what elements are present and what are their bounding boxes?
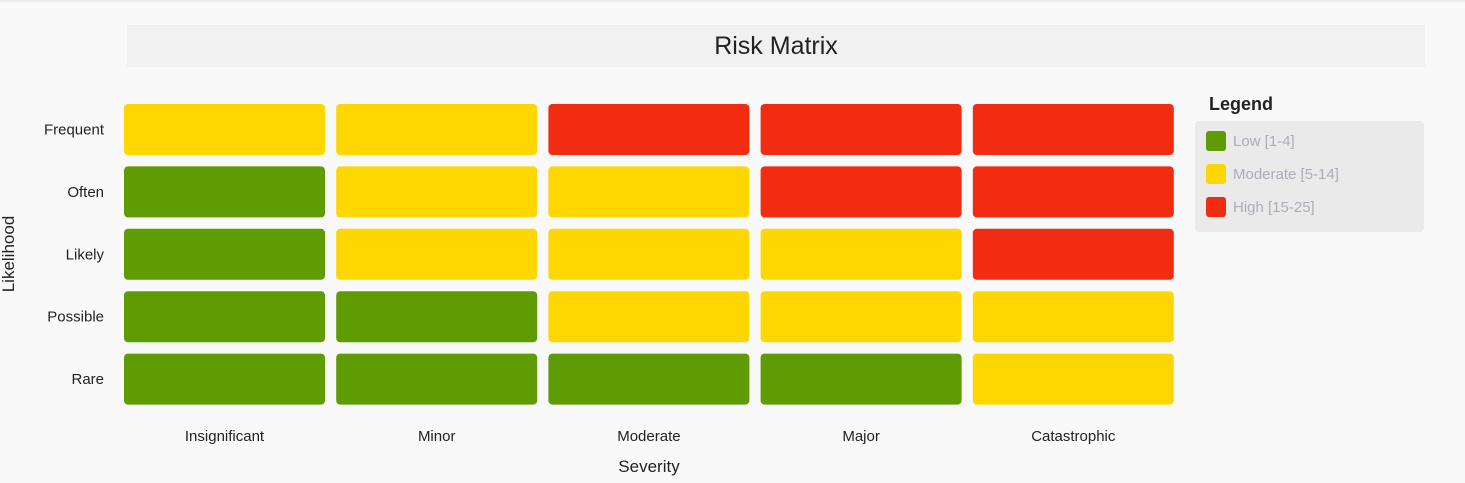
risk-cell-rare-minor[interactable] — [336, 353, 538, 405]
legend-item-high[interactable]: High [15-25] — [1206, 196, 1315, 218]
y-tick-label: Frequent — [44, 122, 105, 139]
legend-item-low[interactable]: Low [1-4] — [1206, 130, 1295, 152]
x-tick-label: Catastrophic — [1031, 428, 1116, 445]
risk-cell-rare-insignificant[interactable] — [124, 353, 325, 405]
x-tick-label: Minor — [418, 428, 456, 445]
risk-cell-rare-catastrophic[interactable] — [972, 353, 1174, 405]
risk-cell-likely-catastrophic[interactable] — [972, 228, 1174, 280]
risk-cell-rare-moderate[interactable] — [548, 353, 750, 405]
y-tick-label: Likely — [66, 246, 105, 263]
risk-cell-frequent-insignificant[interactable] — [124, 104, 325, 155]
x-tick-label: Insignificant — [185, 428, 265, 445]
risk-cell-often-catastrophic[interactable] — [972, 166, 1174, 218]
risk-cell-likely-moderate[interactable] — [548, 228, 750, 280]
legend-swatch-moderate — [1206, 164, 1226, 184]
risk-cell-rare-major[interactable] — [760, 353, 962, 405]
x-tick-label: Major — [842, 428, 880, 445]
y-tick-label: Rare — [71, 371, 104, 388]
risk-cell-likely-major[interactable] — [760, 228, 962, 280]
risk-cell-often-minor[interactable] — [336, 166, 538, 218]
risk-cell-possible-insignificant[interactable] — [124, 291, 325, 343]
legend-item-moderate[interactable]: Moderate [5-14] — [1206, 163, 1339, 185]
risk-matrix-chart: Frequent Often Likely Possible Rare Insignifi… — [0, 104, 1174, 476]
risk-cell-likely-minor[interactable] — [336, 228, 538, 280]
risk-cell-possible-minor[interactable] — [336, 291, 538, 343]
x-tick-label: Moderate — [617, 428, 680, 445]
risk-cell-frequent-minor[interactable] — [336, 104, 538, 155]
legend: Low [1-4] Moderate [5-14] High [15-25] — [1195, 121, 1424, 232]
risk-cell-possible-major[interactable] — [760, 291, 962, 343]
legend-title: Legend — [1209, 94, 1274, 114]
legend-swatch-low — [1206, 131, 1226, 151]
y-tick-label: Often — [67, 184, 104, 201]
x-axis-label: Severity — [618, 457, 680, 476]
legend-label-moderate: Moderate [5-14] — [1233, 165, 1339, 183]
risk-cell-often-major[interactable] — [760, 166, 962, 218]
risk-cell-frequent-major[interactable] — [760, 104, 962, 155]
risk-cell-often-insignificant[interactable] — [124, 166, 325, 218]
legend-label-high: High [15-25] — [1233, 198, 1315, 216]
y-tick-label: Possible — [47, 309, 104, 326]
risk-cell-often-moderate[interactable] — [548, 166, 750, 218]
risk-cell-possible-catastrophic[interactable] — [972, 291, 1174, 343]
risk-cell-frequent-catastrophic[interactable] — [972, 104, 1174, 155]
legend-swatch-high — [1206, 197, 1226, 217]
legend-label-low: Low [1-4] — [1233, 132, 1295, 150]
risk-cell-frequent-moderate[interactable] — [548, 104, 750, 155]
risk-cell-likely-insignificant[interactable] — [124, 228, 325, 280]
risk-cell-possible-moderate[interactable] — [548, 291, 750, 343]
y-axis-label: Likelihood — [0, 216, 18, 293]
